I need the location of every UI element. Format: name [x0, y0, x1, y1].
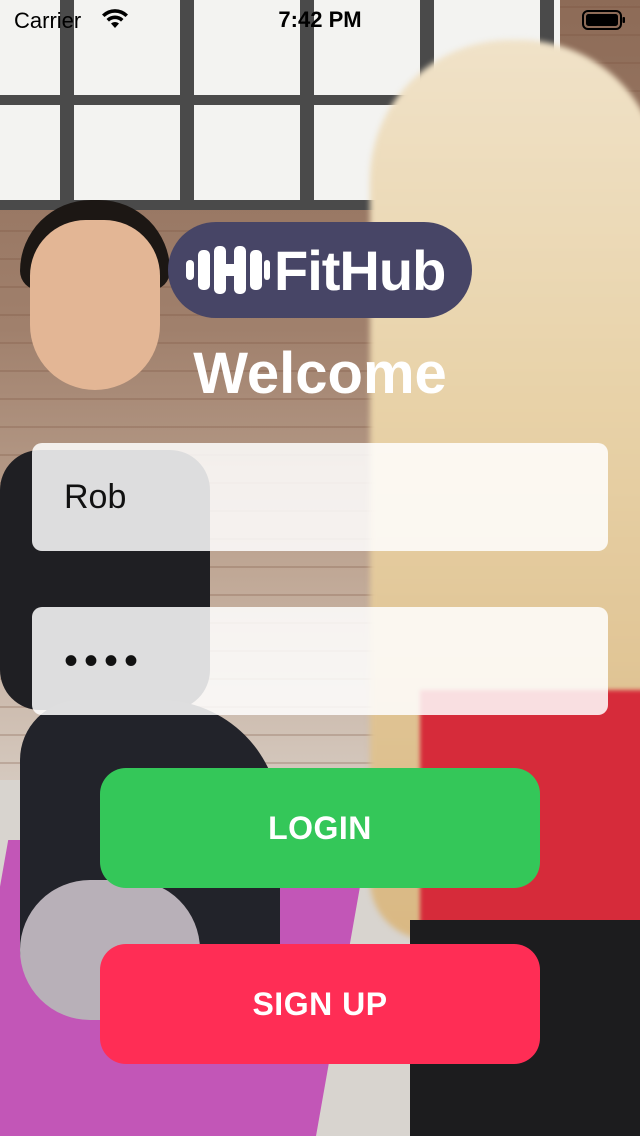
signup-button[interactable]: SIGN UP: [100, 944, 540, 1064]
password-input[interactable]: [32, 607, 608, 715]
logo-text: FitHub: [274, 238, 446, 302]
battery-icon: [582, 10, 625, 30]
login-button[interactable]: LOGIN: [100, 768, 540, 888]
password-field[interactable]: [32, 607, 608, 715]
clock: 7:42 PM: [278, 7, 362, 32]
status-bar: Carrier 7:42 PM: [0, 0, 640, 40]
welcome-heading: Welcome: [193, 341, 447, 406]
fithub-logo: FitHub: [168, 222, 472, 318]
username-field[interactable]: [32, 443, 608, 551]
username-input[interactable]: [32, 443, 608, 551]
dumbbell-icon: [186, 246, 270, 294]
